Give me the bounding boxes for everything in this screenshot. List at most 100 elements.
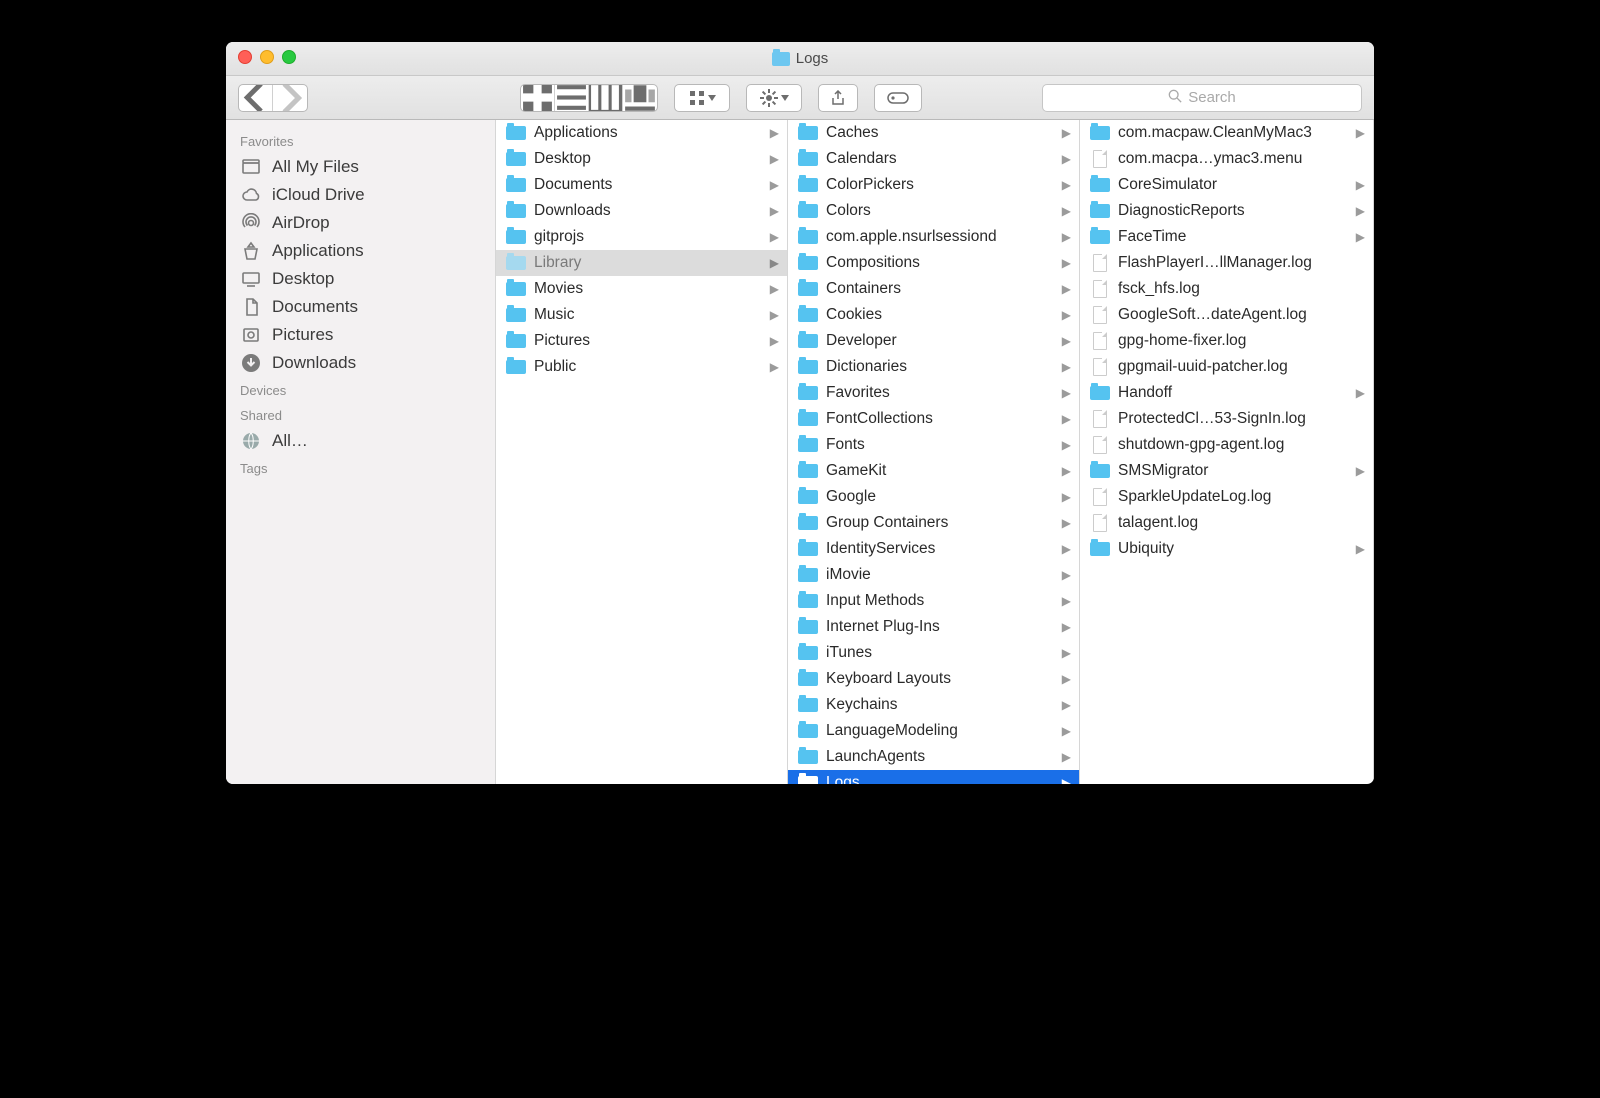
column-row[interactable]: ProtectedCl…53-SignIn.log bbox=[1080, 406, 1373, 432]
sidebar-item[interactable]: All… bbox=[226, 427, 495, 455]
column-row[interactable]: Compositions▶ bbox=[788, 250, 1079, 276]
column-row[interactable]: Ubiquity▶ bbox=[1080, 536, 1373, 562]
sidebar-item[interactable]: Desktop bbox=[226, 265, 495, 293]
column-row[interactable]: Input Methods▶ bbox=[788, 588, 1079, 614]
column-row[interactable]: CoreSimulator▶ bbox=[1080, 172, 1373, 198]
folder-icon bbox=[506, 333, 526, 349]
close-button[interactable] bbox=[238, 50, 252, 64]
column-row[interactable]: Library▶ bbox=[496, 250, 787, 276]
column-row[interactable]: Public▶ bbox=[496, 354, 787, 380]
chevron-right-icon: ▶ bbox=[1062, 698, 1071, 712]
row-label: gitprojs bbox=[534, 228, 762, 246]
column-row[interactable]: Desktop▶ bbox=[496, 146, 787, 172]
column-row[interactable]: FaceTime▶ bbox=[1080, 224, 1373, 250]
row-label: ProtectedCl…53-SignIn.log bbox=[1118, 410, 1365, 428]
column-row[interactable]: FlashPlayerI…llManager.log bbox=[1080, 250, 1373, 276]
column-row[interactable]: SparkleUpdateLog.log bbox=[1080, 484, 1373, 510]
column-row[interactable]: iTunes▶ bbox=[788, 640, 1079, 666]
column-row[interactable]: fsck_hfs.log bbox=[1080, 276, 1373, 302]
search-field[interactable]: Search bbox=[1042, 84, 1362, 112]
column-row[interactable]: Calendars▶ bbox=[788, 146, 1079, 172]
column-row[interactable]: Cookies▶ bbox=[788, 302, 1079, 328]
file-icon bbox=[1090, 411, 1110, 427]
action-dropdown[interactable] bbox=[746, 84, 802, 112]
column-row[interactable]: Google▶ bbox=[788, 484, 1079, 510]
folder-icon bbox=[798, 125, 818, 141]
column-row[interactable]: gpg-home-fixer.log bbox=[1080, 328, 1373, 354]
column-row[interactable]: Group Containers ▶ bbox=[788, 510, 1079, 536]
sidebar-item[interactable]: Pictures bbox=[226, 321, 495, 349]
column-row[interactable]: LaunchAgents▶ bbox=[788, 744, 1079, 770]
column-row[interactable]: Handoff▶ bbox=[1080, 380, 1373, 406]
folder-icon bbox=[798, 203, 818, 219]
chevron-right-icon: ▶ bbox=[1062, 620, 1071, 634]
coverflow-view-button[interactable] bbox=[623, 85, 657, 111]
column-row[interactable]: Applications▶ bbox=[496, 120, 787, 146]
column-row[interactable]: ColorPickers▶ bbox=[788, 172, 1079, 198]
sidebar-item[interactable]: iCloud Drive bbox=[226, 181, 495, 209]
view-mode-buttons bbox=[520, 84, 658, 112]
folder-icon bbox=[798, 697, 818, 713]
column-row[interactable]: GoogleSoft…dateAgent.log bbox=[1080, 302, 1373, 328]
column-row[interactable]: com.macpaw.CleanMyMac3▶ bbox=[1080, 120, 1373, 146]
column-row[interactable]: shutdown-gpg-agent.log bbox=[1080, 432, 1373, 458]
column-row[interactable]: Developer▶ bbox=[788, 328, 1079, 354]
column-row[interactable]: LanguageModeling▶ bbox=[788, 718, 1079, 744]
forward-button[interactable] bbox=[273, 85, 307, 111]
minimize-button[interactable] bbox=[260, 50, 274, 64]
column-row[interactable]: GameKit▶ bbox=[788, 458, 1079, 484]
column-row[interactable]: Colors▶ bbox=[788, 198, 1079, 224]
column-row[interactable]: Pictures▶ bbox=[496, 328, 787, 354]
column-row[interactable]: Keychains▶ bbox=[788, 692, 1079, 718]
column-row[interactable]: IdentityServices▶ bbox=[788, 536, 1079, 562]
column-view-button[interactable] bbox=[589, 85, 623, 111]
folder-icon bbox=[798, 593, 818, 609]
all-files-icon bbox=[240, 157, 262, 177]
row-label: Caches bbox=[826, 124, 1054, 142]
chevron-right-icon: ▶ bbox=[1062, 152, 1071, 166]
folder-icon bbox=[506, 125, 526, 141]
columns: Applications▶Desktop▶Documents▶Downloads… bbox=[496, 120, 1374, 784]
column-row[interactable]: Dictionaries▶ bbox=[788, 354, 1079, 380]
tags-button[interactable] bbox=[874, 84, 922, 112]
row-label: Dictionaries bbox=[826, 358, 1054, 376]
chevron-right-icon: ▶ bbox=[1062, 516, 1071, 530]
column-row[interactable]: Caches▶ bbox=[788, 120, 1079, 146]
sidebar-item[interactable]: All My Files bbox=[226, 153, 495, 181]
row-label: Developer bbox=[826, 332, 1054, 350]
zoom-button[interactable] bbox=[282, 50, 296, 64]
sidebar-item[interactable]: Downloads bbox=[226, 349, 495, 377]
folder-icon bbox=[798, 177, 818, 193]
sidebar-item[interactable]: Documents bbox=[226, 293, 495, 321]
column-row[interactable]: Downloads▶ bbox=[496, 198, 787, 224]
arrange-dropdown[interactable] bbox=[674, 84, 730, 112]
share-button[interactable] bbox=[818, 84, 858, 112]
column-row[interactable]: Internet Plug-Ins▶ bbox=[788, 614, 1079, 640]
sidebar-item[interactable]: Applications bbox=[226, 237, 495, 265]
list-view-button[interactable] bbox=[555, 85, 589, 111]
column-row[interactable]: gpgmail-uuid-patcher.log bbox=[1080, 354, 1373, 380]
column-row[interactable]: talagent.log bbox=[1080, 510, 1373, 536]
row-label: Group Containers bbox=[826, 514, 1054, 532]
column-row[interactable]: Fonts▶ bbox=[788, 432, 1079, 458]
back-button[interactable] bbox=[239, 85, 273, 111]
row-label: Containers bbox=[826, 280, 1054, 298]
column-row[interactable]: FontCollections▶ bbox=[788, 406, 1079, 432]
sidebar-item[interactable]: AirDrop bbox=[226, 209, 495, 237]
column-row[interactable]: com.macpa…ymac3.menu bbox=[1080, 146, 1373, 172]
folder-icon bbox=[798, 671, 818, 687]
column-row[interactable]: Music▶ bbox=[496, 302, 787, 328]
column-row[interactable]: Movies▶ bbox=[496, 276, 787, 302]
column-row[interactable]: Logs▶ bbox=[788, 770, 1079, 784]
folder-icon bbox=[506, 255, 526, 271]
column-row[interactable]: gitprojs▶ bbox=[496, 224, 787, 250]
column-row[interactable]: iMovie▶ bbox=[788, 562, 1079, 588]
column-row[interactable]: com.apple.nsurlsessiond▶ bbox=[788, 224, 1079, 250]
column-row[interactable]: Keyboard Layouts▶ bbox=[788, 666, 1079, 692]
column-row[interactable]: SMSMigrator▶ bbox=[1080, 458, 1373, 484]
icon-view-button[interactable] bbox=[521, 85, 555, 111]
column-row[interactable]: Documents▶ bbox=[496, 172, 787, 198]
column-row[interactable]: DiagnosticReports▶ bbox=[1080, 198, 1373, 224]
column-row[interactable]: Containers▶ bbox=[788, 276, 1079, 302]
column-row[interactable]: Favorites▶ bbox=[788, 380, 1079, 406]
